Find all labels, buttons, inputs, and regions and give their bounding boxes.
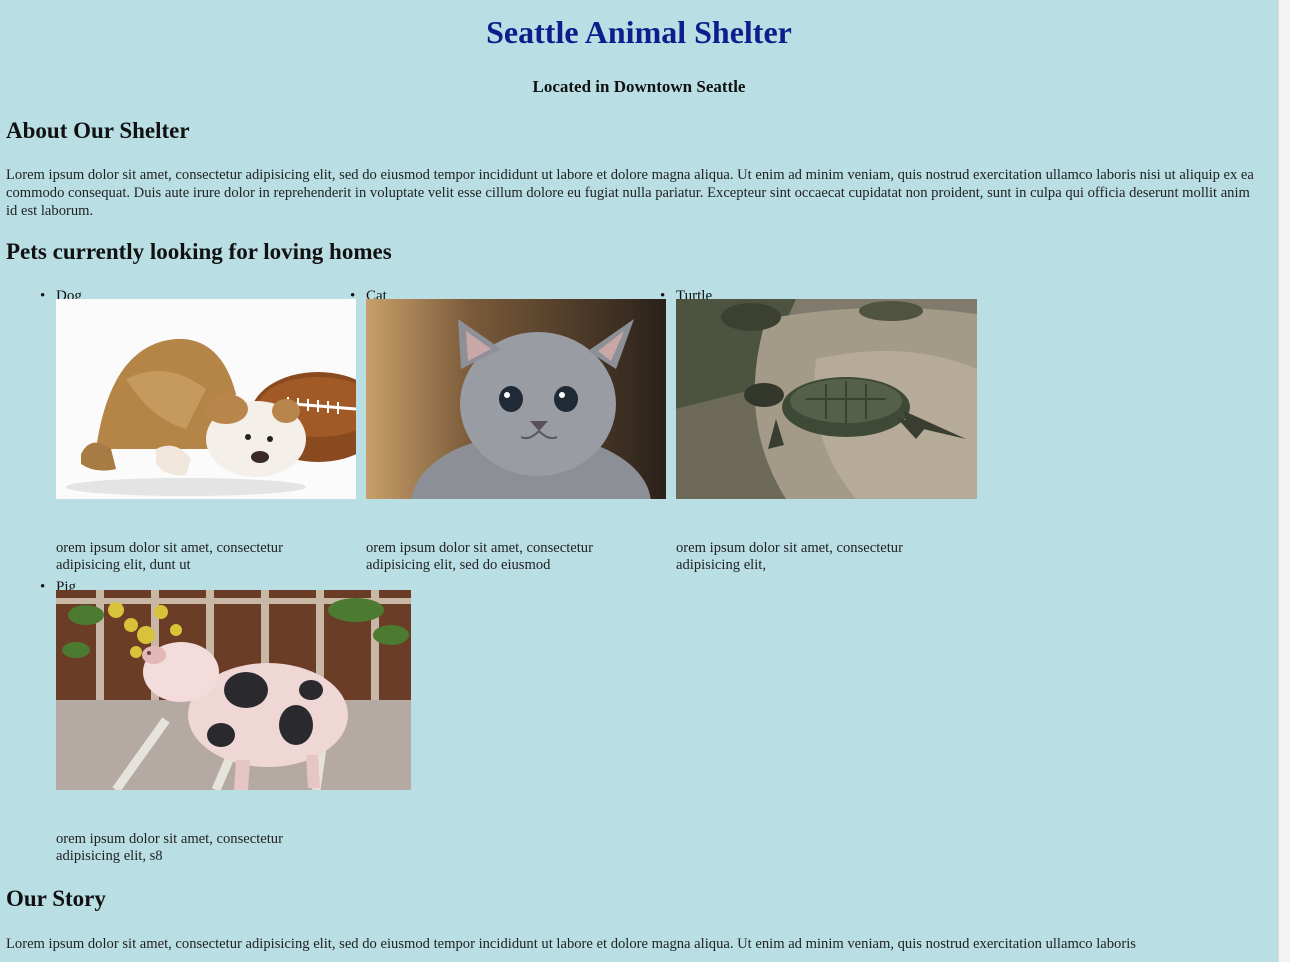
list-bullet: • [40, 579, 46, 595]
page: Seattle Animal Shelter Located in Downto… [0, 0, 1278, 962]
gray-kitten-photo[interactable] [366, 299, 666, 499]
about-text: Lorem ipsum dolor sit amet, consectetur … [6, 167, 1254, 219]
list-bullet: • [350, 288, 356, 304]
window-scrollbar[interactable] [1278, 0, 1290, 962]
story-heading: Our Story [6, 886, 106, 911]
pet-description-pig: orem ipsum dolor sit amet, consectetur a… [56, 830, 283, 865]
pet-description-turtle: orem ipsum dolor sit amet, consectetur a… [676, 539, 903, 574]
page-title: Seattle Animal Shelter [486, 14, 792, 50]
list-bullet: • [40, 288, 46, 304]
page-subtitle: Located in Downtown Seattle [532, 77, 746, 96]
about-heading: About Our Shelter [6, 118, 190, 143]
list-bullet: • [660, 288, 666, 304]
pet-description-cat: orem ipsum dolor sit amet, consectetur a… [366, 539, 593, 574]
bulldog-puppy-photo[interactable] [56, 299, 356, 499]
turtle-on-rock-photo[interactable] [676, 299, 977, 499]
pet-description-dog: orem ipsum dolor sit amet, consectetur a… [56, 539, 283, 574]
pets-heading: Pets currently looking for loving homes [6, 239, 392, 264]
spotted-piglet-photo[interactable] [56, 590, 411, 790]
story-text: Lorem ipsum dolor sit amet, consectetur … [6, 936, 1136, 952]
